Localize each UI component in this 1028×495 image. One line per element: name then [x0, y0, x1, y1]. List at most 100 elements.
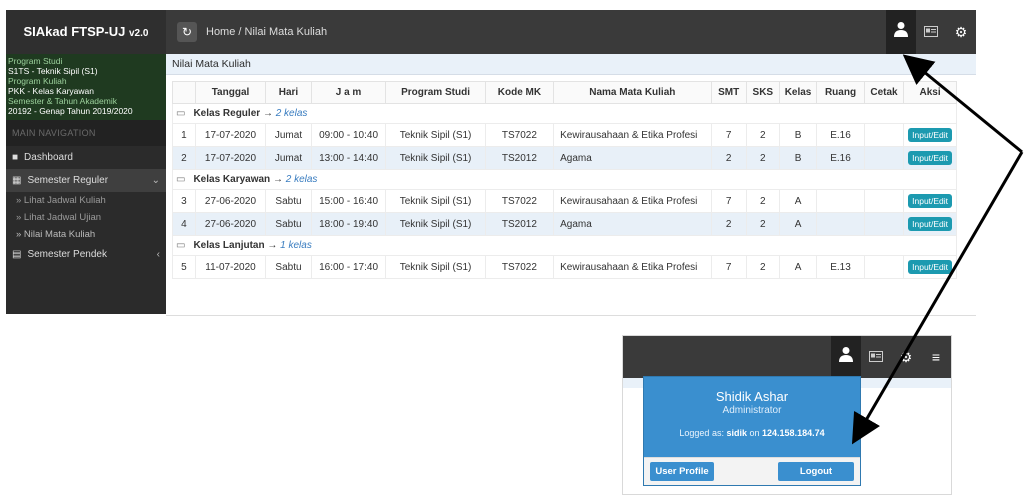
cell-aksi: Input/Edit — [903, 123, 957, 147]
cell-cetak — [863, 212, 905, 236]
sidebar-subitem-nilai-mata-kuliah[interactable]: » Nilai Mata Kuliah — [6, 226, 166, 243]
sidebar-item-dashboard[interactable]: ■ Dashboard — [6, 146, 166, 169]
cell-tanggal: 27-06-2020 — [194, 189, 267, 213]
dashboard-icon: ■ — [12, 152, 19, 163]
cell-cetak — [863, 255, 905, 279]
cell-smt: 2 — [710, 146, 747, 170]
logged-username: sidik — [726, 428, 747, 438]
sidebar-item-label: Semester Pendek — [27, 249, 107, 260]
column-header[interactable]: Cetak — [863, 81, 905, 104]
cell-tanggal: 27-06-2020 — [194, 212, 267, 236]
group-row: ▭ Kelas Reguler → 2 kelas — [172, 103, 957, 124]
user-profile-button[interactable]: User Profile — [650, 462, 714, 481]
column-header[interactable]: J a m — [310, 81, 387, 104]
user-name: Shidik Ashar — [715, 389, 789, 404]
sidebar-subitem-jadwal-ujian[interactable]: » Lihat Jadwal Ujian — [6, 209, 166, 226]
cell-nama: Agama — [553, 146, 712, 170]
cell-no: 4 — [172, 212, 196, 236]
cell-jam: 09:00 - 10:40 — [310, 123, 387, 147]
cell-kelas: B — [778, 123, 818, 147]
cell-hari: Sabtu — [265, 212, 312, 236]
group-title: Kelas Reguler — [193, 108, 261, 119]
user-icon[interactable] — [831, 336, 861, 378]
cell-sks: 2 — [745, 123, 780, 147]
column-header[interactable]: Kelas — [778, 81, 818, 104]
table-row: 3 27-06-2020 Sabtu 15:00 - 16:40 Teknik Sipi… — [172, 189, 957, 213]
collapse-icon[interactable]: ▭ — [176, 174, 185, 185]
refresh-icon[interactable]: ↻ — [177, 22, 197, 42]
column-header[interactable]: SKS — [745, 81, 780, 104]
cell-kode: TS7022 — [484, 255, 555, 279]
user-dropdown-footer: User Profile Logout — [644, 457, 860, 485]
cell-tanggal: 17-07-2020 — [194, 146, 267, 170]
input-edit-button[interactable]: Input/Edit — [908, 194, 953, 208]
sidebar-item-semester-pendek[interactable]: ▤ Semester Pendek ‹ — [6, 243, 166, 266]
user-icon[interactable] — [886, 10, 916, 54]
table-row: 2 17-07-2020 Jumat 13:00 - 14:40 Teknik Sipi… — [172, 146, 957, 170]
sidebar-item-semester-reguler[interactable]: ▦ Semester Reguler ⌄ — [6, 169, 166, 192]
table-body: ▭ Kelas Reguler → 2 kelas 1 17-07-2020 Jumat… — [172, 103, 957, 279]
logout-button[interactable]: Logout — [778, 462, 854, 481]
id-card-icon[interactable] — [861, 336, 891, 378]
brand-name: SIAkad FTSP-UJ — [23, 24, 126, 39]
cell-no: 2 — [172, 146, 196, 170]
breadcrumb-current: Nilai Mata Kuliah — [244, 26, 328, 38]
cogs-icon[interactable]: ⚙ — [946, 10, 976, 54]
column-header[interactable]: Aksi — [903, 81, 957, 104]
cell-no: 5 — [172, 255, 196, 279]
cell-aksi: Input/Edit — [903, 255, 957, 279]
sidebar-item-label: Semester Reguler — [27, 175, 109, 186]
cell-sks: 2 — [745, 255, 780, 279]
column-header[interactable]: Program Studi — [385, 81, 486, 104]
group-row: ▭ Kelas Karyawan → 2 kelas — [172, 169, 957, 190]
cell-ruang — [816, 189, 865, 213]
input-edit-button[interactable]: Input/Edit — [908, 260, 953, 274]
collapse-icon[interactable]: ▭ — [176, 108, 185, 119]
sidebar-subitem-jadwal-kuliah[interactable]: » Lihat Jadwal Kuliah — [6, 192, 166, 209]
cell-ruang — [816, 212, 865, 236]
cell-jam: 18:00 - 19:40 — [310, 212, 387, 236]
column-header[interactable]: Tanggal — [194, 81, 267, 104]
cell-kode: TS7022 — [484, 123, 555, 147]
user-menu-zoom: ⚙ ≡ Shidik Ashar Administrator Logged as… — [622, 335, 952, 495]
group-title: Kelas Lanjutan — [193, 240, 265, 251]
arrow-right-icon: → — [267, 240, 278, 251]
group-count: 1 kelas — [280, 240, 312, 251]
table-wrapper: Tanggal Hari J a m Program Studi Kode MK… — [166, 75, 957, 279]
cell-cetak — [863, 189, 905, 213]
cell-kelas: B — [778, 146, 818, 170]
column-header[interactable]: Kode MK — [484, 81, 555, 104]
column-header[interactable]: Ruang — [816, 81, 865, 104]
cell-smt: 7 — [710, 123, 747, 147]
collapse-icon[interactable]: ▭ — [176, 240, 185, 251]
column-header[interactable]: SMT — [710, 81, 747, 104]
cell-prodi: Teknik Sipil (S1) — [385, 255, 486, 279]
input-edit-button[interactable]: Input/Edit — [908, 151, 953, 165]
app-brand[interactable]: SIAkad FTSP-UJ v2.0 — [6, 10, 166, 54]
info-program-kuliah-label: Program Kuliah — [8, 76, 67, 86]
user-dropdown: Shidik Ashar Administrator Logged as: si… — [643, 376, 861, 486]
cell-tanggal: 17-07-2020 — [194, 123, 267, 147]
column-header[interactable]: Hari — [265, 81, 312, 104]
cogs-icon[interactable]: ⚙ — [891, 336, 921, 378]
cell-no: 1 — [172, 123, 196, 147]
nav-heading: MAIN NAVIGATION — [6, 120, 166, 146]
input-edit-button[interactable]: Input/Edit — [908, 128, 953, 142]
group-count: 2 kelas — [275, 108, 308, 119]
cell-nama: Kewirausahaan & Etika Profesi — [553, 255, 712, 279]
cell-kelas: A — [778, 255, 818, 279]
chevron-down-icon: ⌄ — [151, 175, 160, 186]
cell-prodi: Teknik Sipil (S1) — [385, 212, 486, 236]
breadcrumb-home[interactable]: Home — [206, 26, 235, 38]
brand-version: v2.0 — [129, 28, 149, 39]
column-header[interactable]: Nama Mata Kuliah — [553, 81, 712, 104]
cell-kelas: A — [778, 212, 818, 236]
breadcrumb: Home / Nilai Mata Kuliah — [206, 10, 327, 54]
page-title: Nilai Mata Kuliah — [166, 54, 976, 75]
hamburger-icon[interactable]: ≡ — [921, 336, 951, 378]
group-count: 2 kelas — [285, 174, 318, 185]
info-program-kuliah-value: PKK - Kelas Karyawan — [8, 86, 94, 96]
top-navbar: SIAkad FTSP-UJ v2.0 ↻ Home / Nilai Mata … — [6, 10, 976, 54]
input-edit-button[interactable]: Input/Edit — [908, 217, 953, 231]
id-card-icon[interactable] — [916, 10, 946, 54]
